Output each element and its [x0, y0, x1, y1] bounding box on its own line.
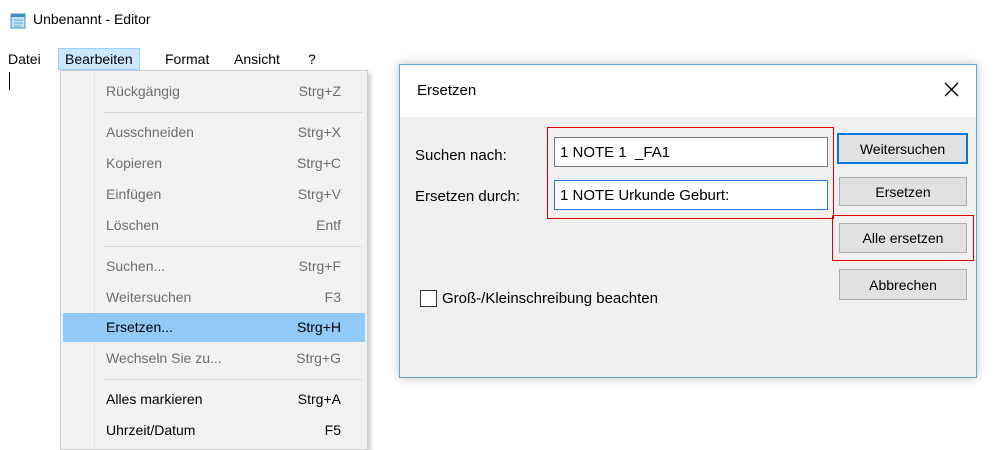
menu-separator — [104, 379, 362, 380]
menu-separator — [104, 246, 362, 247]
replace-button[interactable]: Ersetzen — [839, 177, 967, 206]
menu-format[interactable]: Format — [159, 48, 215, 70]
search-input[interactable] — [554, 137, 828, 167]
text-caret — [9, 72, 10, 90]
close-icon[interactable] — [936, 75, 966, 105]
menu-item-shortcut: F3 — [324, 289, 341, 305]
menu-item-shortcut: Strg+G — [296, 350, 341, 366]
match-case-checkbox[interactable] — [420, 290, 437, 307]
menu-item-copy[interactable]: Kopieren Strg+C — [63, 149, 365, 178]
menu-item-time-date[interactable]: Uhrzeit/Datum F5 — [63, 416, 365, 445]
menu-item-delete[interactable]: Löschen Entf — [63, 211, 365, 240]
menu-file[interactable]: Datei — [2, 48, 47, 70]
find-next-button[interactable]: Weitersuchen — [837, 133, 968, 164]
menu-item-shortcut: Strg+C — [297, 155, 341, 171]
cancel-button[interactable]: Abbrechen — [839, 269, 967, 300]
title-bar: Unbenannt - Editor — [0, 0, 993, 40]
edit-menu-dropdown: Rückgängig Strg+Z Ausschneiden Strg+X Ko… — [60, 70, 368, 450]
replace-label: Ersetzen durch: — [415, 188, 521, 205]
menu-item-label: Uhrzeit/Datum — [106, 422, 196, 438]
search-label: Suchen nach: — [415, 147, 507, 164]
menu-item-label: Wechseln Sie zu... — [106, 350, 222, 366]
dialog-title: Ersetzen — [417, 82, 477, 99]
menu-edit[interactable]: Bearbeiten — [58, 48, 140, 70]
replace-input[interactable] — [554, 180, 828, 210]
replace-all-button[interactable]: Alle ersetzen — [839, 223, 967, 253]
menu-item-label: Ausschneiden — [106, 124, 194, 140]
match-case-label: Groß-/Kleinschreibung beachten — [442, 290, 658, 307]
menu-item-paste[interactable]: Einfügen Strg+V — [63, 180, 365, 209]
menu-bar: Datei Bearbeiten Format Ansicht ? — [0, 48, 380, 70]
menu-item-label: Ersetzen... — [106, 319, 173, 335]
replace-dialog: Ersetzen Suchen nach: Ersetzen durch: We… — [399, 64, 977, 378]
menu-item-shortcut: Strg+A — [297, 391, 341, 407]
menu-item-cut[interactable]: Ausschneiden Strg+X — [63, 118, 365, 147]
menu-item-shortcut: Strg+F — [298, 258, 341, 274]
menu-separator — [104, 112, 362, 113]
window-title: Unbenannt - Editor — [33, 11, 151, 27]
menu-item-select-all[interactable]: Alles markieren Strg+A — [63, 385, 365, 414]
menu-item-shortcut: Strg+X — [297, 124, 341, 140]
menu-item-shortcut: Entf — [316, 217, 341, 233]
menu-item-shortcut: Strg+V — [297, 186, 341, 202]
menu-help[interactable]: ? — [302, 48, 322, 70]
menu-item-find[interactable]: Suchen... Strg+F — [63, 252, 365, 281]
menu-item-shortcut: Strg+H — [297, 319, 341, 335]
menu-item-label: Einfügen — [106, 186, 162, 202]
notepad-icon — [10, 12, 27, 29]
menu-item-shortcut: Strg+Z — [298, 83, 341, 99]
menu-item-label: Weitersuchen — [106, 289, 192, 305]
menu-item-label: Alles markieren — [106, 391, 203, 407]
menu-item-label: Kopieren — [106, 155, 163, 171]
menu-item-replace[interactable]: Ersetzen... Strg+H — [63, 313, 365, 342]
menu-view[interactable]: Ansicht — [228, 48, 286, 70]
menu-item-label: Löschen — [106, 217, 159, 233]
menu-item-shortcut: F5 — [324, 422, 341, 438]
menu-item-undo[interactable]: Rückgängig Strg+Z — [63, 77, 365, 106]
menu-item-label: Rückgängig — [106, 83, 180, 99]
menu-item-label: Suchen... — [106, 258, 166, 274]
menu-item-find-next[interactable]: Weitersuchen F3 — [63, 283, 365, 312]
menu-item-go-to[interactable]: Wechseln Sie zu... Strg+G — [63, 344, 365, 373]
dialog-title-bar: Ersetzen — [400, 65, 976, 117]
